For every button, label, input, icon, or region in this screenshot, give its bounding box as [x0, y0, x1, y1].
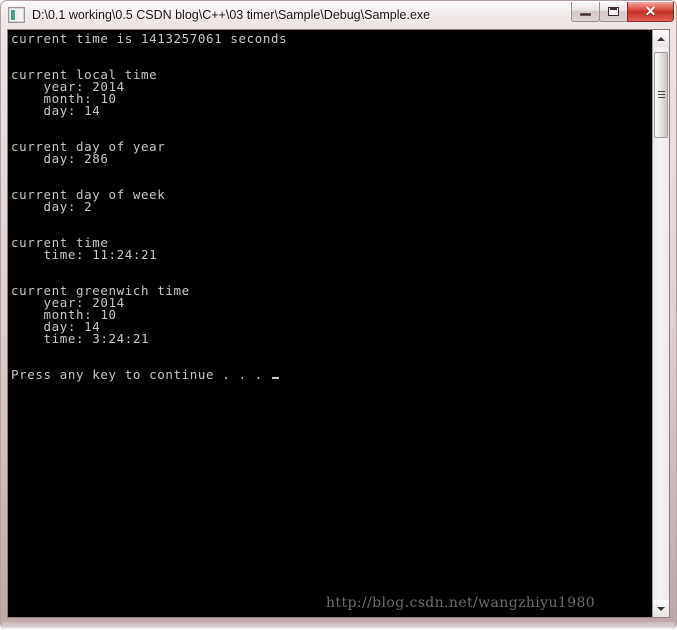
titlebar[interactable]: D:\0.1 working\0.5 CSDN blog\C++\03 time…	[1, 1, 676, 28]
console-app-icon-inner	[10, 9, 23, 21]
close-icon: ✕	[644, 3, 657, 19]
console-app-icon	[8, 7, 25, 23]
scroll-down-button[interactable]	[653, 600, 669, 617]
console-output: current time is 1413257061 seconds curre…	[11, 31, 288, 382]
chevron-down-icon	[657, 606, 665, 611]
scrollbar-thumb[interactable]	[654, 52, 668, 138]
console-window: D:\0.1 working\0.5 CSDN blog\C++\03 time…	[0, 0, 677, 630]
vertical-scrollbar[interactable]	[652, 30, 669, 617]
restore-icon	[600, 2, 627, 21]
close-button[interactable]: ✕	[627, 2, 674, 22]
minimize-icon	[572, 2, 599, 21]
scrollbar-grip-icon	[658, 91, 665, 99]
console-client-area[interactable]: current time is 1413257061 seconds curre…	[7, 29, 670, 618]
chevron-up-icon	[657, 36, 665, 41]
maximize-restore-button[interactable]	[599, 2, 628, 22]
scroll-up-button[interactable]	[653, 30, 669, 47]
minimize-button[interactable]	[571, 2, 600, 22]
console-cursor	[272, 377, 280, 379]
watermark-url: http://blog.csdn.net/wangzhiyu1980	[326, 595, 596, 611]
window-controls: ✕	[571, 2, 674, 24]
window-title: D:\0.1 working\0.5 CSDN blog\C++\03 time…	[32, 8, 431, 22]
